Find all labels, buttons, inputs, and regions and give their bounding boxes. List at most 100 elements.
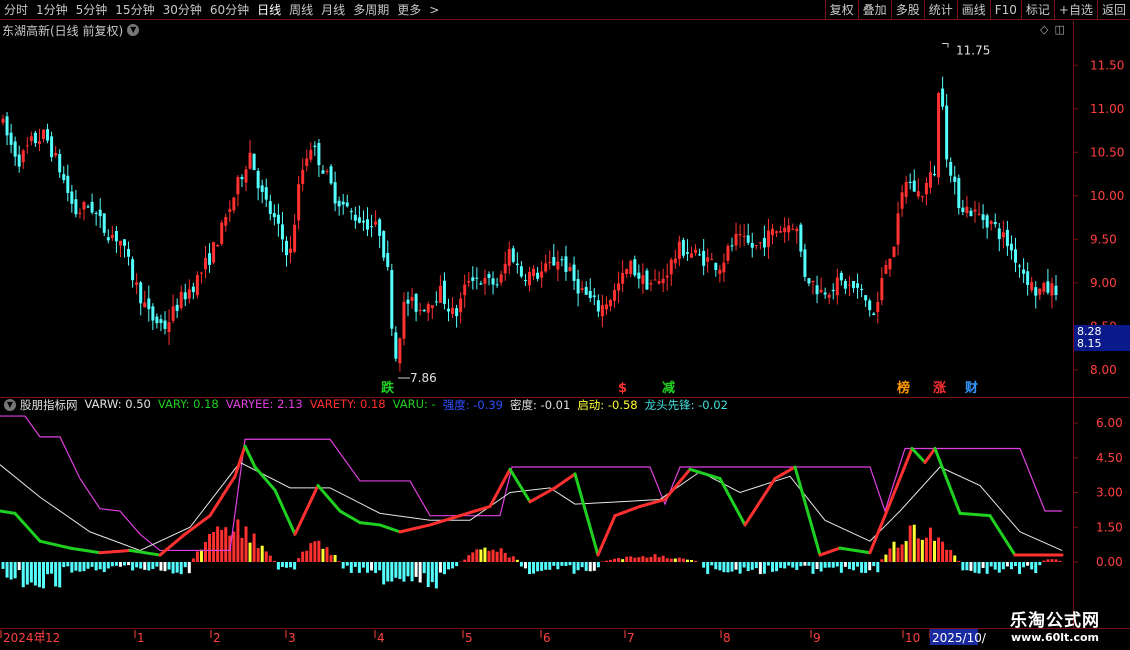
vary-segment (273, 488, 297, 536)
candle-body (110, 235, 114, 238)
signal-label: $ (618, 381, 627, 396)
candle-body (625, 269, 629, 274)
toolbar-button-2[interactable]: 多股 (890, 0, 924, 20)
candle-body (568, 267, 572, 272)
price-box-line2: 8.15 (1077, 337, 1102, 350)
candle-body (835, 277, 839, 296)
candle-body (216, 245, 220, 247)
candle-body (272, 213, 276, 218)
histogram-bar (580, 562, 584, 568)
candle-body (795, 228, 799, 232)
candle (560, 256, 564, 267)
diamond-icon[interactable]: ◇ (1040, 23, 1048, 36)
candle (621, 260, 625, 293)
candle (633, 255, 637, 278)
candle (240, 174, 244, 188)
candle-body (637, 272, 641, 279)
candle-body (345, 202, 349, 207)
candle-body (827, 294, 831, 298)
toolbar-button-4[interactable]: 画线 (956, 0, 990, 20)
right-button-group: 复权 叠加 多股 统计 画线 F10 标记 +自选 返回 (824, 0, 1130, 20)
histogram-bar (852, 562, 855, 571)
candle (33, 130, 37, 147)
candle (933, 165, 936, 177)
toolbar-button-3[interactable]: 统计 (923, 0, 957, 20)
toolbar-button-6[interactable]: 标记 (1020, 0, 1054, 20)
candle-body (434, 301, 438, 303)
candle-body (588, 290, 592, 299)
period-tab-10[interactable]: 更多 (393, 0, 425, 20)
period-tab-4[interactable]: 30分钟 (159, 0, 206, 20)
candle (13, 136, 17, 166)
candle-body (823, 292, 827, 295)
candle-body (928, 172, 932, 188)
candle-body (973, 209, 977, 212)
candle-body (941, 88, 945, 107)
candlestick-chart[interactable]: 11.5011.0010.5010.009.509.008.508.0011.7… (0, 39, 1130, 397)
histogram-bar (775, 562, 779, 572)
histogram-bar (843, 562, 847, 567)
candle-body (337, 200, 341, 207)
period-tab-0[interactable]: 分时 (0, 0, 32, 20)
candle (1026, 262, 1030, 296)
candle (552, 244, 556, 266)
period-tab-8[interactable]: 月线 (317, 0, 349, 20)
candle (1030, 276, 1034, 293)
histogram-bar (21, 562, 25, 588)
period-tab-5[interactable]: 60分钟 (206, 0, 253, 20)
period-tab-3[interactable]: 15分钟 (111, 0, 158, 20)
vary-segment (0, 509, 17, 515)
histogram-bar (738, 562, 742, 574)
histogram-bar (511, 556, 515, 562)
histogram-bar (167, 562, 171, 570)
candle (540, 261, 544, 288)
candle-body (151, 306, 155, 321)
histogram-bar (495, 551, 499, 562)
candle (738, 224, 742, 248)
toolbar-button-7[interactable]: +自选 (1053, 0, 1097, 20)
candle (507, 241, 511, 275)
candle (208, 243, 212, 273)
candle (366, 207, 369, 237)
candle-body (880, 278, 884, 301)
chevron-down-icon[interactable]: ▼ (127, 24, 140, 36)
candle-body (143, 302, 147, 308)
candle-body (507, 249, 511, 266)
histogram-bar (795, 562, 799, 570)
candle (147, 285, 151, 322)
period-tab-6[interactable]: 日线 (253, 0, 285, 20)
time-label: 8 (723, 631, 731, 645)
candle (487, 271, 491, 286)
candle-body (912, 180, 916, 192)
toolbar-button-8[interactable]: 返回 (1096, 0, 1130, 20)
candle-body (260, 185, 264, 193)
candle-body (690, 253, 693, 258)
panel-toggle-icon[interactable]: ◫ (1054, 23, 1064, 36)
candle (892, 246, 896, 258)
histogram-bar (779, 562, 783, 568)
candle-body (386, 253, 390, 267)
candle-body (803, 249, 807, 277)
candle-body (447, 308, 450, 312)
indicator-chart[interactable]: 6.00 4.50 3.00 1.50 0.00 (0, 398, 1130, 628)
histogram-bar (742, 562, 746, 568)
period-tab-2[interactable]: 5分钟 (72, 0, 112, 20)
toolbar-button-1[interactable]: 叠加 (857, 0, 891, 20)
period-tab-7[interactable]: 周线 (285, 0, 317, 20)
candle (734, 222, 738, 251)
candle (426, 301, 430, 322)
chevron-down-icon[interactable]: ▼ (4, 399, 16, 411)
toolbar-button-5[interactable]: F10 (989, 0, 1021, 20)
toolbar-button-0[interactable]: 复权 (824, 0, 858, 20)
price-tick-label: 11.00 (1090, 102, 1124, 116)
candle-body (649, 283, 653, 285)
time-label: 6 (543, 631, 551, 645)
histogram-bar (694, 560, 698, 562)
candle (127, 241, 131, 266)
period-tab-9[interactable]: 多周期 (349, 0, 393, 20)
candle-body (309, 149, 313, 160)
candle-body (426, 304, 430, 313)
more-arrow-icon[interactable]: > (425, 0, 443, 20)
candle (1005, 220, 1009, 256)
period-tab-1[interactable]: 1分钟 (32, 0, 72, 20)
